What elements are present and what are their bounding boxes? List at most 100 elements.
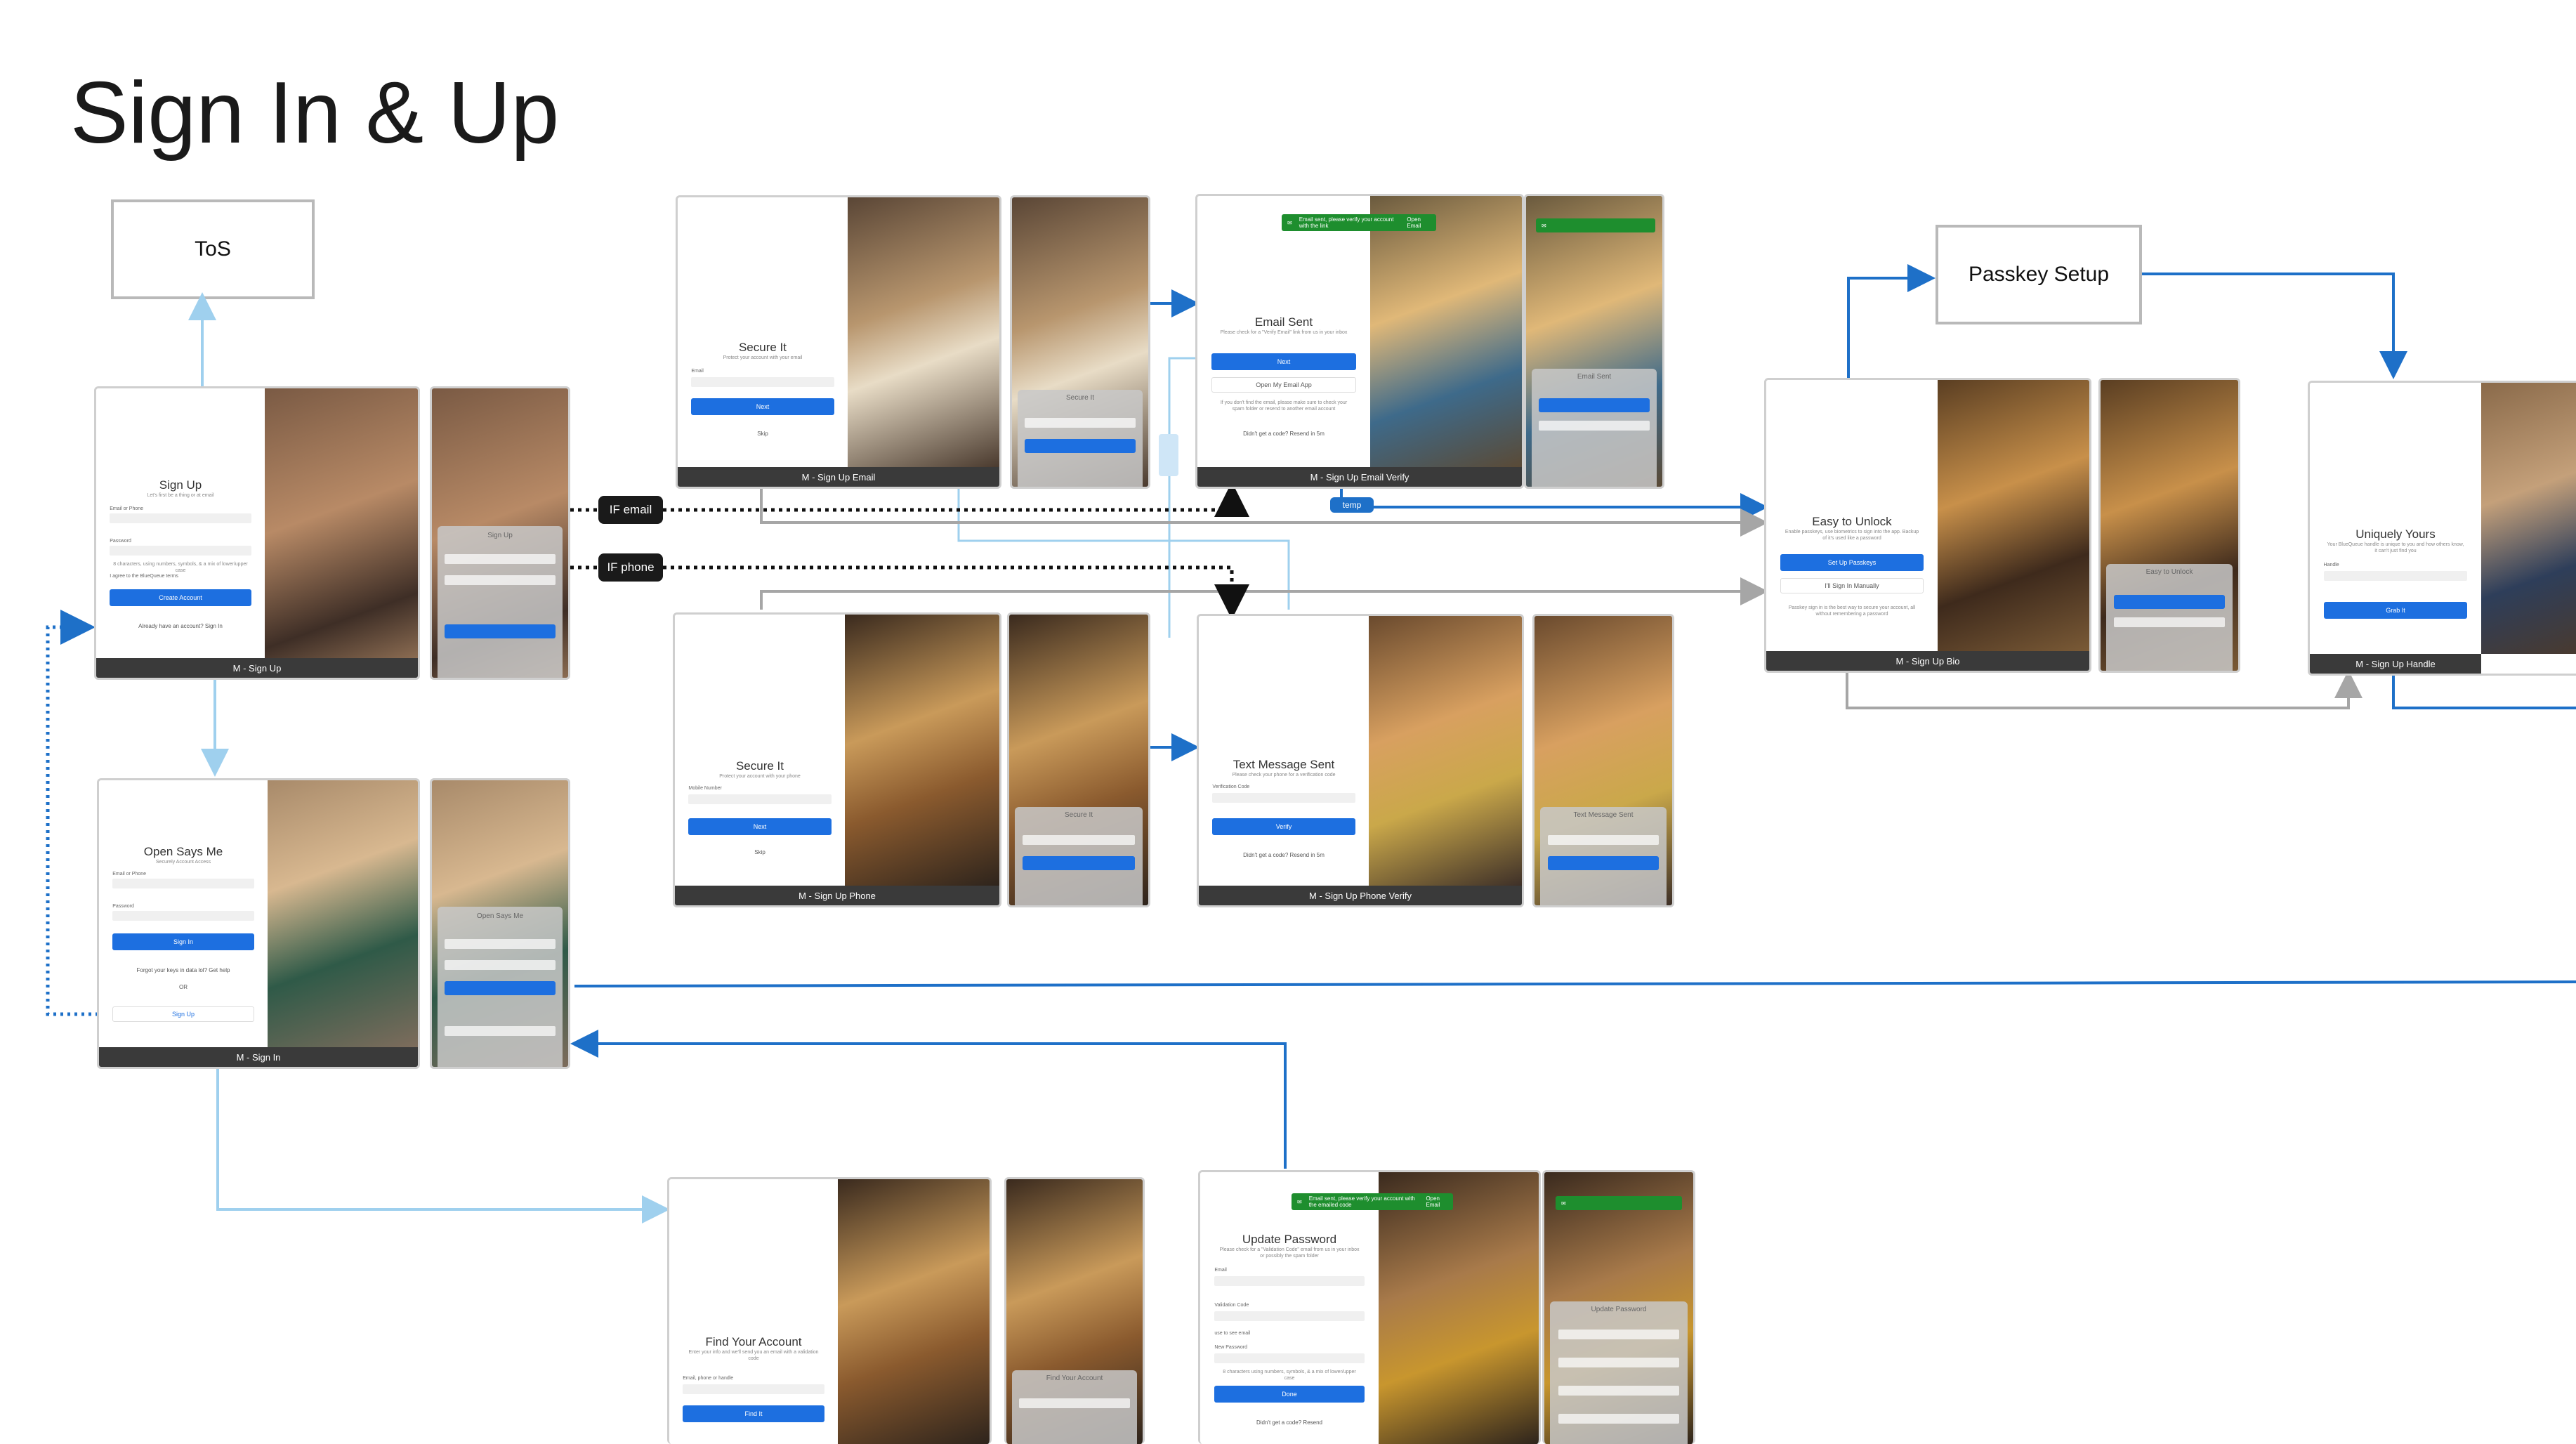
if-email-tag[interactable]: IF email [598, 496, 663, 524]
next-button[interactable]: Next [691, 398, 834, 415]
connector-signin-out [574, 980, 2576, 987]
resend-link[interactable]: Didn't get a code? Resend in 5m [1199, 852, 1369, 858]
frame-find-account[interactable]: Find Your Account Enter your info and we… [667, 1177, 992, 1444]
set-up-passkeys-button[interactable]: Set Up Passkeys [1780, 554, 1924, 571]
frame-sign-up-handle[interactable]: Uniquely Yours Your BlueQueue handle is … [2308, 381, 2576, 676]
passkey-note: Passkey sign in is the best way to secur… [1788, 605, 1916, 617]
thumb-heading: Secure It [1065, 394, 1095, 402]
if-phone-tag[interactable]: IF phone [598, 553, 663, 582]
password-hint: 8 characters using numbers, symbols, & a… [1223, 1370, 1356, 1381]
thumb-update-password: ✉ Update Password [1542, 1170, 1695, 1444]
sign-in-button[interactable]: Sign In [112, 933, 254, 950]
frame-sign-in[interactable]: Open Says Me Securely Account Access Ema… [97, 778, 420, 1069]
sign-up-button[interactable]: Sign Up [112, 1006, 254, 1022]
email-sent-toast[interactable]: ✉ Email sent, please verify your account… [1292, 1193, 1453, 1210]
connector-handle-out [2392, 673, 2576, 709]
password-input[interactable] [110, 546, 251, 556]
forgot-link[interactable]: Forgot your keys in data lol? Get help [99, 967, 268, 973]
frame-sign-up-phone[interactable]: Secure It Protect your account with your… [673, 612, 1001, 907]
frame-update-password[interactable]: Update Password Please check for a "Vali… [1198, 1170, 1541, 1444]
subheading: Please check for a "Validation Code" ema… [1219, 1247, 1360, 1259]
find-it-button[interactable]: Find It [683, 1405, 824, 1422]
connector-bio-manual [1846, 670, 2363, 709]
spam-note: If you don't find the email, please make… [1220, 400, 1348, 412]
photo [1379, 1172, 1539, 1444]
skip-link[interactable]: Skip [678, 431, 848, 437]
new-password-input[interactable] [1214, 1353, 1365, 1363]
thumb-sign-up-phone: Secure It [1007, 612, 1150, 907]
phone-label: Mobile Number [688, 786, 722, 791]
thumb-toast: ✉ [1556, 1196, 1682, 1210]
thumb-heading: Update Password [1591, 1306, 1647, 1313]
connector-phone-skip [760, 577, 1768, 610]
frame-sign-up-phone-verify[interactable]: Text Message Sent Please check your phon… [1197, 614, 1524, 907]
mail-icon: ✉ [1542, 222, 1546, 229]
agree-terms[interactable]: I agree to the BlueQueue terms [110, 574, 178, 579]
frame-sign-up-email-verify[interactable]: Email Sent Please check for a "Verify Em… [1195, 194, 1524, 489]
resend-link[interactable]: Didn't get a code? Resend in 5m [1197, 431, 1370, 437]
new-password-label: New Password [1214, 1345, 1247, 1350]
email-input[interactable] [691, 377, 834, 387]
open-email-app-button[interactable]: Open My Email App [1211, 377, 1357, 393]
sign-in-manually-button[interactable]: I'll Sign In Manually [1780, 578, 1924, 593]
caption: M - Sign Up Phone [675, 886, 999, 905]
email-input[interactable] [112, 879, 254, 888]
frame-sign-up-bio[interactable]: Easy to Unlock Enable passkeys, use biom… [1764, 378, 2091, 673]
password-hint: 8 characters, using numbers, symbols, & … [113, 562, 248, 573]
code-input[interactable] [1214, 1311, 1365, 1321]
code-input[interactable] [1212, 793, 1355, 803]
caption: M - Sign Up Email Verify [1197, 467, 1522, 487]
heading: Text Message Sent [1233, 758, 1335, 771]
done-button[interactable]: Done [1214, 1386, 1365, 1403]
connector-if-email-right [663, 482, 1249, 517]
password-label: Password [110, 539, 131, 544]
photo [1370, 196, 1522, 467]
photo [1938, 380, 2089, 651]
email-input[interactable] [110, 513, 251, 523]
thumb-heading: Find Your Account [1046, 1374, 1103, 1382]
next-button[interactable]: Next [688, 818, 832, 835]
caption: M - Sign In [99, 1047, 418, 1067]
grab-it-button[interactable]: Grab It [2323, 602, 2468, 619]
password-input[interactable] [112, 911, 254, 921]
frame-sign-up[interactable]: Sign Up Let's first be a thing or at ema… [94, 386, 420, 680]
thumb-heading: Text Message Sent [1573, 811, 1634, 819]
subheading: Protect your account with your phone [719, 774, 801, 779]
skip-link[interactable]: Skip [675, 849, 845, 855]
create-account-button[interactable]: Create Account [110, 589, 251, 606]
toast-text: Email sent, please verify your account w… [1308, 1195, 1415, 1208]
or-divider: OR [179, 984, 188, 990]
thumb-heading: Easy to Unlock [2145, 568, 2193, 576]
code-label: Verification Code [1212, 785, 1250, 789]
next-button[interactable]: Next [1211, 353, 1357, 370]
verify-button[interactable]: Verify [1212, 818, 1355, 835]
email-sent-toast[interactable]: ✉ Email sent, please verify your account… [1282, 214, 1436, 231]
email-label: Email [1214, 1268, 1227, 1273]
heading: Open Says Me [143, 845, 223, 858]
caption: M - Sign Up Phone Verify [1199, 886, 1522, 905]
photo [2481, 383, 2576, 654]
account-input[interactable] [683, 1384, 824, 1394]
thumb-heading: Email Sent [1577, 373, 1612, 381]
email-label: Email or Phone [110, 506, 144, 511]
phone-input[interactable] [688, 794, 832, 804]
caption: M - Sign Up Bio [1766, 651, 2089, 671]
handle-input[interactable] [2323, 571, 2468, 581]
email-hint: use to see email [1214, 1331, 1251, 1336]
subheading: Protect your account with your email [723, 355, 803, 360]
email-label: Email or Phone [112, 872, 147, 877]
thumb-sign-up: Sign Up [430, 386, 570, 680]
heading: Find Your Account [705, 1335, 802, 1348]
photo [838, 1179, 990, 1444]
toast-action[interactable]: Open Email [1426, 1195, 1447, 1208]
heading: Update Password [1242, 1233, 1337, 1246]
heading: Easy to Unlock [1812, 515, 1892, 528]
sign-in-link[interactable]: Already have an account? Sign In [96, 623, 265, 629]
email-input[interactable] [1214, 1276, 1365, 1286]
thumb-find-account: Find Your Account [1004, 1177, 1145, 1444]
thumb-heading: Secure It [1064, 811, 1093, 819]
temp-badge[interactable]: temp [1330, 497, 1374, 513]
toast-action[interactable]: Open Email [1407, 216, 1431, 229]
frame-sign-up-email[interactable]: Secure It Protect your account with your… [676, 195, 1001, 489]
heading: Email Sent [1254, 315, 1313, 329]
